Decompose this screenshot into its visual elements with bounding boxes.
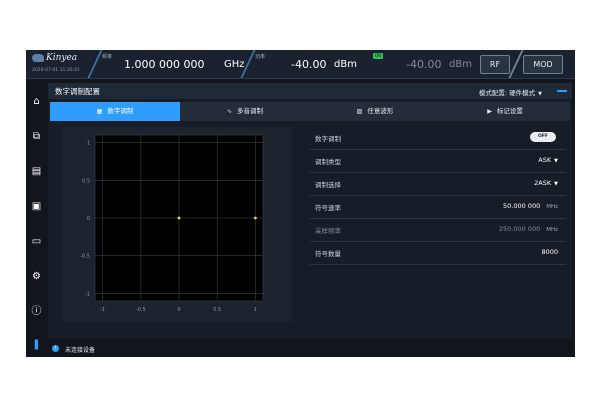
windows-icon[interactable]: ⧉ [31, 131, 42, 142]
tab-label: 标记设置 [496, 107, 523, 115]
dropdown-arrow-icon: ▼ [554, 181, 558, 187]
tab-marker[interactable]: ▶ 标记设置 [440, 102, 570, 121]
brand-logo: Kinyea [32, 53, 88, 67]
mod-type-select[interactable]: ASK ▼ [538, 156, 558, 164]
status-info-icon: i [52, 345, 59, 352]
param-label: 符号数量 [315, 250, 341, 258]
mod-type-value: ASK [538, 156, 552, 164]
param-label: 数字调制 [315, 135, 341, 143]
mode-select[interactable]: 模式配置: 硬件模式 ▼ [479, 87, 542, 97]
brand-name: Kinyea [46, 53, 78, 63]
y-tick-label: 0.5 [82, 178, 90, 184]
status-bar: i 未连接设备 [48, 343, 572, 355]
y-tick-label: 1 [87, 141, 90, 147]
symbol-count-input[interactable]: 8000 [541, 248, 558, 256]
tab-label: 数字调制 [107, 107, 134, 115]
power-readback: -40.00 dBm [404, 50, 484, 78]
x-tick-label: 0 [177, 307, 180, 313]
symbol-rate-unit: MHz [546, 204, 558, 210]
param-row-mod-select: 调制选择 2ASK ▼ [310, 173, 566, 196]
constellation-plot: -1 -0.5 0 0.5 1 1 0.5 0 -0.5 -1 [62, 127, 292, 322]
frequency-value: 1.000 000 000 [124, 58, 205, 71]
arbitrary-wave-icon: ▨ [356, 108, 363, 115]
tab-arbitrary-wave[interactable]: ▨ 任意波形 [310, 102, 440, 121]
digital-mod-toggle[interactable]: OFF [530, 132, 556, 142]
frequency-field[interactable]: 频率 1.000 000 000 GHz [98, 50, 248, 78]
gear-icon[interactable]: ⚙ [31, 271, 42, 282]
tab-digital-mod[interactable]: ▦ 数字调制 [50, 102, 180, 121]
scpi-icon[interactable]: ▤ [31, 166, 42, 177]
symbol-rate-value: 50.000 000 [503, 202, 541, 210]
divider [508, 50, 524, 78]
param-label: 调制选择 [315, 181, 341, 189]
y-tick-label: -0.5 [80, 254, 90, 260]
home-icon[interactable]: ⌂ [31, 96, 42, 107]
tab-label: 多音调制 [237, 107, 264, 115]
constellation-point [177, 216, 181, 220]
sample-rate-input: 250.000 000 MHz [499, 225, 558, 233]
y-tick-label: 0 [87, 216, 90, 222]
mode-value: 硬件模式 [509, 89, 536, 97]
power-field[interactable]: 功率 -40.00 dBm [251, 50, 361, 78]
param-label: 符号速率 [315, 204, 341, 212]
collapse-icon[interactable] [557, 90, 567, 92]
mode-label: 模式配置: [478, 89, 508, 97]
rf-toggle-button[interactable]: RF [480, 55, 510, 74]
sidebar: ⌂ ⧉ ▤ ▣ ▭ ⚙ ⓘ ❚ [26, 79, 47, 357]
tab-label: 任意波形 [367, 107, 394, 115]
panel-titlebar: 数字调制配置 模式配置: 硬件模式 ▼ [48, 83, 572, 99]
status-text: 未连接设备 [65, 347, 96, 354]
power-readback-unit: dBm [449, 59, 472, 70]
param-label: 调制类型 [315, 158, 341, 166]
tab-multitone[interactable]: ∿ 多音调制 [180, 102, 310, 121]
brand-mark-icon [32, 53, 44, 62]
constellation-chart: -1 -0.5 0 0.5 1 1 0.5 0 -0.5 -1 [80, 134, 264, 313]
param-label: 采样频率 [315, 227, 341, 235]
power-value: -40.00 [291, 58, 327, 71]
power-on-badge: ON [373, 53, 383, 59]
frequency-label: 频率 [102, 54, 113, 60]
x-tick-label: -0.5 [136, 307, 146, 313]
waveform-icon[interactable]: ▣ [31, 201, 42, 212]
param-row-symbol-rate: 符号速率 50.000 000 MHz [310, 196, 566, 219]
dropdown-arrow-icon: ▼ [538, 91, 542, 97]
power-label: 功率 [255, 54, 266, 60]
datetime-label: 2020-07-01 11:26:41 [32, 68, 80, 73]
multitone-icon: ∿ [226, 108, 233, 115]
param-row-mod-type: 调制类型 ASK ▼ [310, 150, 566, 173]
digital-mod-icon: ▦ [96, 108, 103, 115]
app-logo-icon[interactable]: ❚ [31, 339, 42, 350]
marker-icon: ▶ [487, 108, 492, 115]
info-icon[interactable]: ⓘ [31, 306, 42, 317]
app-window: Kinyea 2020-07-01 11:26:41 频率 1.000 000 … [26, 50, 575, 357]
frequency-unit: GHz [224, 59, 245, 70]
digital-mod-panel: 数字调制配置 模式配置: 硬件模式 ▼ ▦ 数字调制 ∿ 多音调制 ▨ 任意波形 ▶ 标记… [48, 83, 572, 339]
screen-icon[interactable]: ▭ [31, 236, 42, 247]
param-row-symbol-count: 符号数量 8000 [310, 242, 566, 265]
sample-rate-value: 250.000 000 [498, 225, 541, 233]
x-tick-label: -1 [100, 307, 105, 313]
top-status-bar: Kinyea 2020-07-01 11:26:41 频率 1.000 000 … [26, 50, 575, 79]
power-readback-value: -40.00 [406, 58, 442, 71]
y-tick-label: -1 [85, 291, 90, 297]
tab-bar: ▦ 数字调制 ∿ 多音调制 ▨ 任意波形 ▶ 标记设置 [50, 102, 570, 121]
mod-select-dropdown[interactable]: 2ASK ▼ [534, 179, 558, 187]
symbol-rate-input[interactable]: 50.000 000 MHz [503, 202, 558, 210]
panel-title: 数字调制配置 [55, 87, 100, 96]
x-tick-label: 0.5 [213, 307, 221, 313]
param-row-digital-mod: 数字调制 OFF [310, 127, 566, 150]
constellation-point [253, 216, 257, 220]
sample-rate-unit: MHz [546, 227, 558, 233]
mod-select-value: 2ASK [534, 179, 552, 187]
param-row-sample-rate: 采样频率 250.000 000 MHz [310, 219, 566, 242]
dropdown-arrow-icon: ▼ [554, 158, 558, 164]
power-unit: dBm [334, 59, 357, 70]
mod-toggle-button[interactable]: MOD [523, 55, 563, 74]
x-tick-label: 1 [254, 307, 257, 313]
